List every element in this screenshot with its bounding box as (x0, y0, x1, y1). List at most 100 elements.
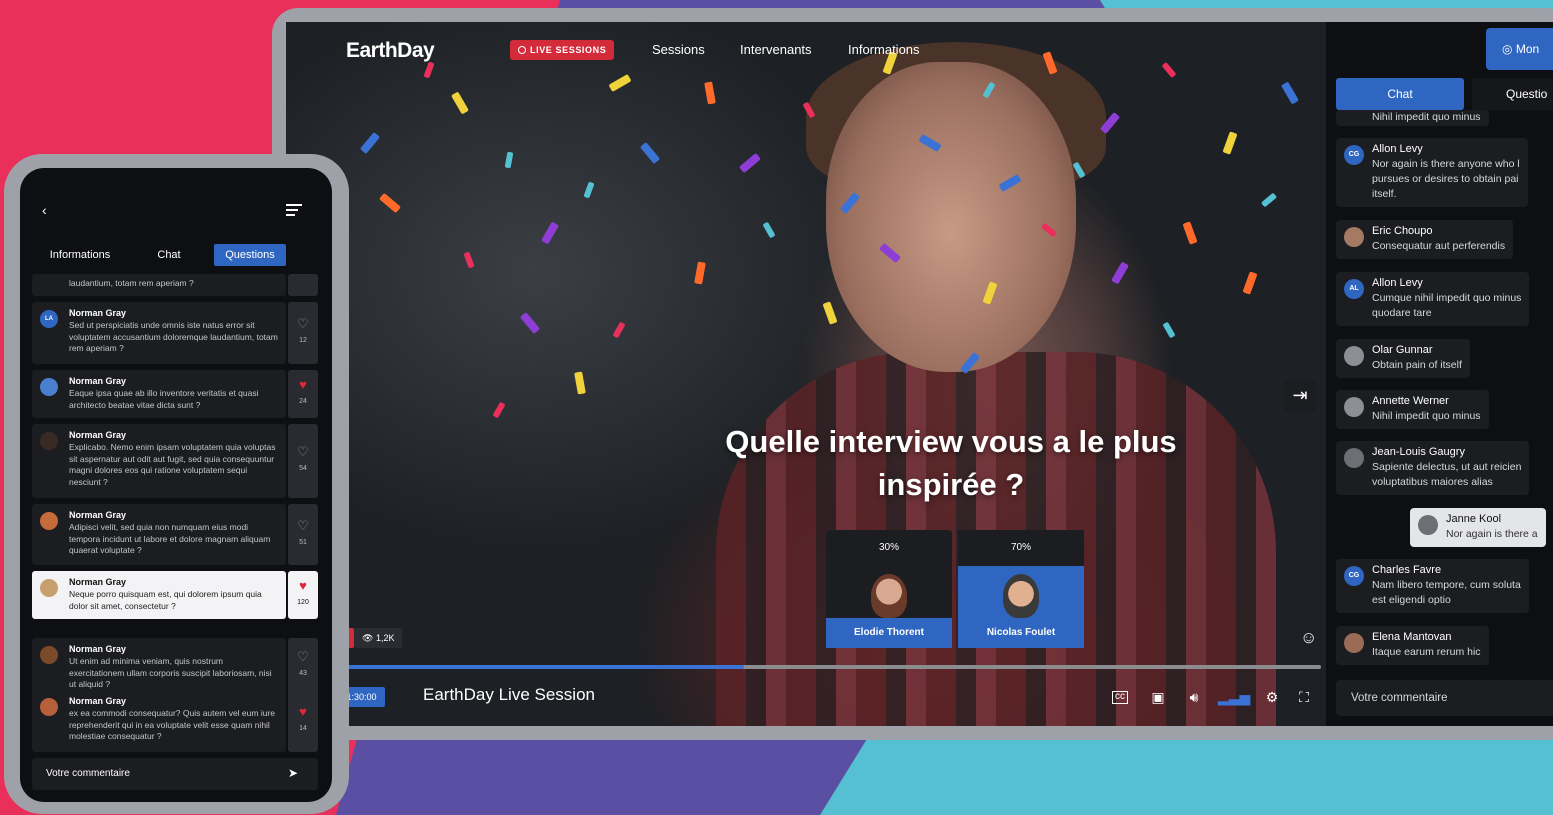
captions-icon[interactable]: cc (1112, 691, 1128, 704)
confetti-piece (762, 221, 776, 239)
question-text: Ut enim ad minima veniam, quis nostrum e… (69, 656, 272, 689)
question-card[interactable]: Norman Gray Adipisci velit, sed quia non … (32, 504, 286, 565)
confetti-piece (1242, 271, 1258, 295)
brand-logo[interactable]: EarthDay (346, 39, 435, 63)
question-like-button[interactable]: ♥ 24 (288, 370, 318, 418)
question-card[interactable]: Norman Gray Ut enim ad minima veniam, qui… (32, 638, 286, 694)
poll-option-name: Nicolas Foulet (958, 618, 1084, 648)
poll-option-percent: 70% (958, 530, 1084, 566)
like-count: 120 (297, 599, 309, 606)
chat-author: Eric Choupo (1372, 225, 1433, 237)
account-button[interactable]: ◎ Mon (1486, 28, 1553, 70)
tab-questions[interactable]: Questio (1472, 78, 1553, 110)
chat-text: Sapiente delectus, ut aut reicien (1372, 461, 1522, 473)
question-avatar (40, 432, 58, 450)
confetti-piece (612, 321, 626, 339)
chat-avatar (1344, 633, 1364, 653)
question-like-button[interactable]: ♥ 120 (288, 571, 318, 619)
fullscreen-icon[interactable]: ⛶ (1294, 687, 1314, 707)
poll-question: Quelle interview vous a le plus inspirée… (725, 424, 1177, 502)
chat-author: Allon Levy (1372, 143, 1423, 155)
question-card[interactable]: LA Norman Gray Sed ut perspiciatis unde om… (32, 302, 286, 364)
chat-message: Annette Werner Nihil impedit quo minus (1336, 390, 1489, 429)
chat-text: Consequatur aut perferendis (1372, 240, 1506, 252)
confetti-piece (541, 221, 559, 245)
phone-tab-informations[interactable]: Informations (40, 244, 120, 266)
question-card[interactable]: Norman Gray Eaque ipsa quae ab illo inven… (32, 370, 286, 418)
heart-icon: ♥ (299, 377, 307, 392)
poll-option-percent: 30% (878, 542, 899, 553)
chat-panel: ◎ Mon Chat Questio Nihil impedit quo min… (1326, 22, 1553, 726)
like-count: 43 (299, 670, 307, 677)
heart-icon: ♡ (297, 444, 309, 459)
chat-avatar: AL (1344, 279, 1364, 299)
pip-icon[interactable]: ▣ (1148, 687, 1168, 707)
question-like-button[interactable]: ♡ 51 (288, 504, 318, 565)
chat-text: Nor again is there a (1446, 528, 1538, 540)
chat-text: Cumque nihil impedit quo minus (1372, 292, 1522, 304)
confetti-piece (492, 401, 506, 419)
nav-informations[interactable]: Informations (848, 42, 920, 57)
video-controls: 2 / 1:30:00 EarthDay Live Session cc ▣ 🔊… (286, 677, 1326, 717)
emoji-button[interactable]: ☺ (1300, 628, 1317, 648)
chat-text: Nihil impedit quo minus (1372, 410, 1481, 422)
question-avatar (40, 378, 58, 396)
confetti-piece (1162, 321, 1176, 339)
menu-icon[interactable] (286, 204, 302, 219)
send-icon[interactable]: ➤ (288, 766, 298, 780)
settings-gear-icon[interactable]: ⚙ (1262, 687, 1282, 707)
eye-icon: 👁 (362, 633, 374, 643)
poll-option-1[interactable]: 30% Elodie Thorent (826, 530, 952, 648)
chat-comment-input[interactable]: Votre commentaire (1336, 680, 1553, 716)
confetti-piece (574, 371, 586, 395)
like-count: 24 (299, 398, 307, 405)
question-like-button[interactable]: ♡ 43 (288, 638, 318, 694)
question-author: Norman Gray (69, 510, 127, 520)
question-author: Norman Gray (69, 644, 127, 654)
confetti-piece (504, 151, 514, 169)
video-player[interactable]: EarthDay LIVE SESSIONS Sessions Interven… (286, 22, 1326, 726)
chat-author: Janne Kool (1446, 513, 1502, 525)
chat-author: Allon Levy (1372, 277, 1423, 289)
chat-avatar: CG (1344, 145, 1364, 165)
video-progress-bar[interactable] (326, 665, 1321, 669)
signal-quality-icon[interactable]: ▂▃▅ (1218, 687, 1250, 707)
back-chevron-icon[interactable]: ‹ (42, 202, 47, 218)
question-avatar (40, 698, 58, 716)
top-nav: EarthDay LIVE SESSIONS Sessions Interven… (286, 22, 1326, 82)
chat-text: Obtain pain of itself (1372, 359, 1462, 371)
phone-tab-chat[interactable]: Chat (144, 244, 194, 266)
confetti-piece (1222, 131, 1238, 155)
confetti-piece (822, 301, 838, 325)
phone-tab-questions[interactable]: Questions (214, 244, 286, 266)
question-avatar (40, 646, 58, 664)
question-card[interactable]: Norman Gray ex ea commodi consequatur? Qu… (32, 690, 286, 752)
phone-comment-input[interactable]: Votre commentaire (32, 758, 318, 790)
question-card[interactable]: Norman Gray Neque porro quisquam est, qui… (32, 571, 286, 619)
question-like-button[interactable]: ♡ 54 (288, 424, 318, 498)
confetti-piece (1260, 192, 1278, 208)
chat-text: Nor again is there anyone who l (1372, 158, 1520, 170)
chat-avatar (1344, 448, 1364, 468)
tab-chat[interactable]: Chat (1336, 78, 1464, 110)
confetti-piece (463, 251, 475, 269)
confetti-piece (1182, 221, 1198, 245)
chat-text: Itaque earum rerum hic (1372, 646, 1481, 658)
poll-option-2[interactable]: 70% Nicolas Foulet (958, 530, 1084, 648)
tablet-screen: EarthDay LIVE SESSIONS Sessions Interven… (286, 22, 1553, 726)
question-card[interactable]: Norman Gray Explicabo. Nemo enim ipsam vo… (32, 424, 286, 498)
chat-message: Janne Kool Nor again is there a (1410, 508, 1546, 547)
video-progress-fill (326, 665, 744, 669)
confetti-piece (583, 181, 595, 199)
question-text: ex ea commodi consequatur? Quis autem ve… (69, 708, 275, 741)
question-like-button[interactable]: ♡ 12 (288, 302, 318, 364)
question-text: Eaque ipsa quae ab illo inventore verita… (69, 388, 259, 410)
question-avatar (40, 579, 58, 597)
nav-sessions[interactable]: Sessions (652, 42, 705, 57)
question-like-button[interactable]: ♥ 14 (288, 690, 318, 752)
nav-intervenants[interactable]: Intervenants (740, 42, 812, 57)
volume-icon[interactable]: 🔊︎ (1184, 687, 1204, 707)
live-sessions-button[interactable]: LIVE SESSIONS (510, 40, 615, 60)
collapse-chat-button[interactable]: ⇥ (1284, 380, 1316, 412)
chat-avatar (1344, 346, 1364, 366)
